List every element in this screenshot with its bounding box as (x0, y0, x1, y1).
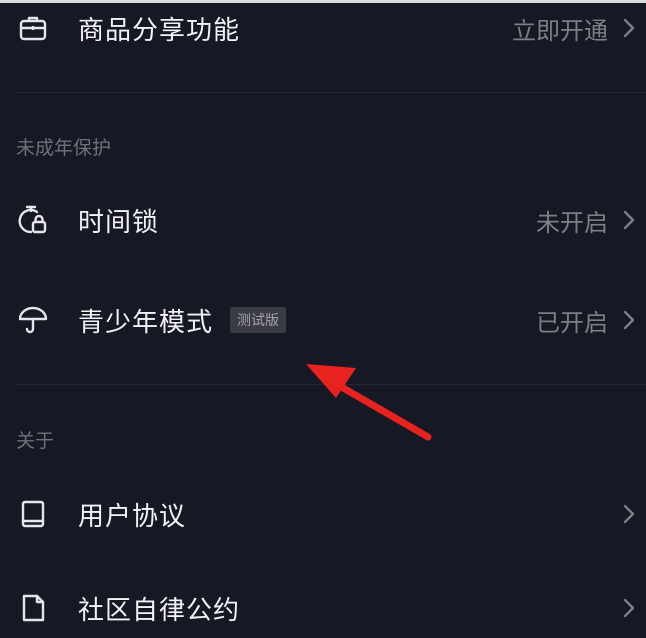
annotation-arrow-icon (306, 364, 432, 441)
